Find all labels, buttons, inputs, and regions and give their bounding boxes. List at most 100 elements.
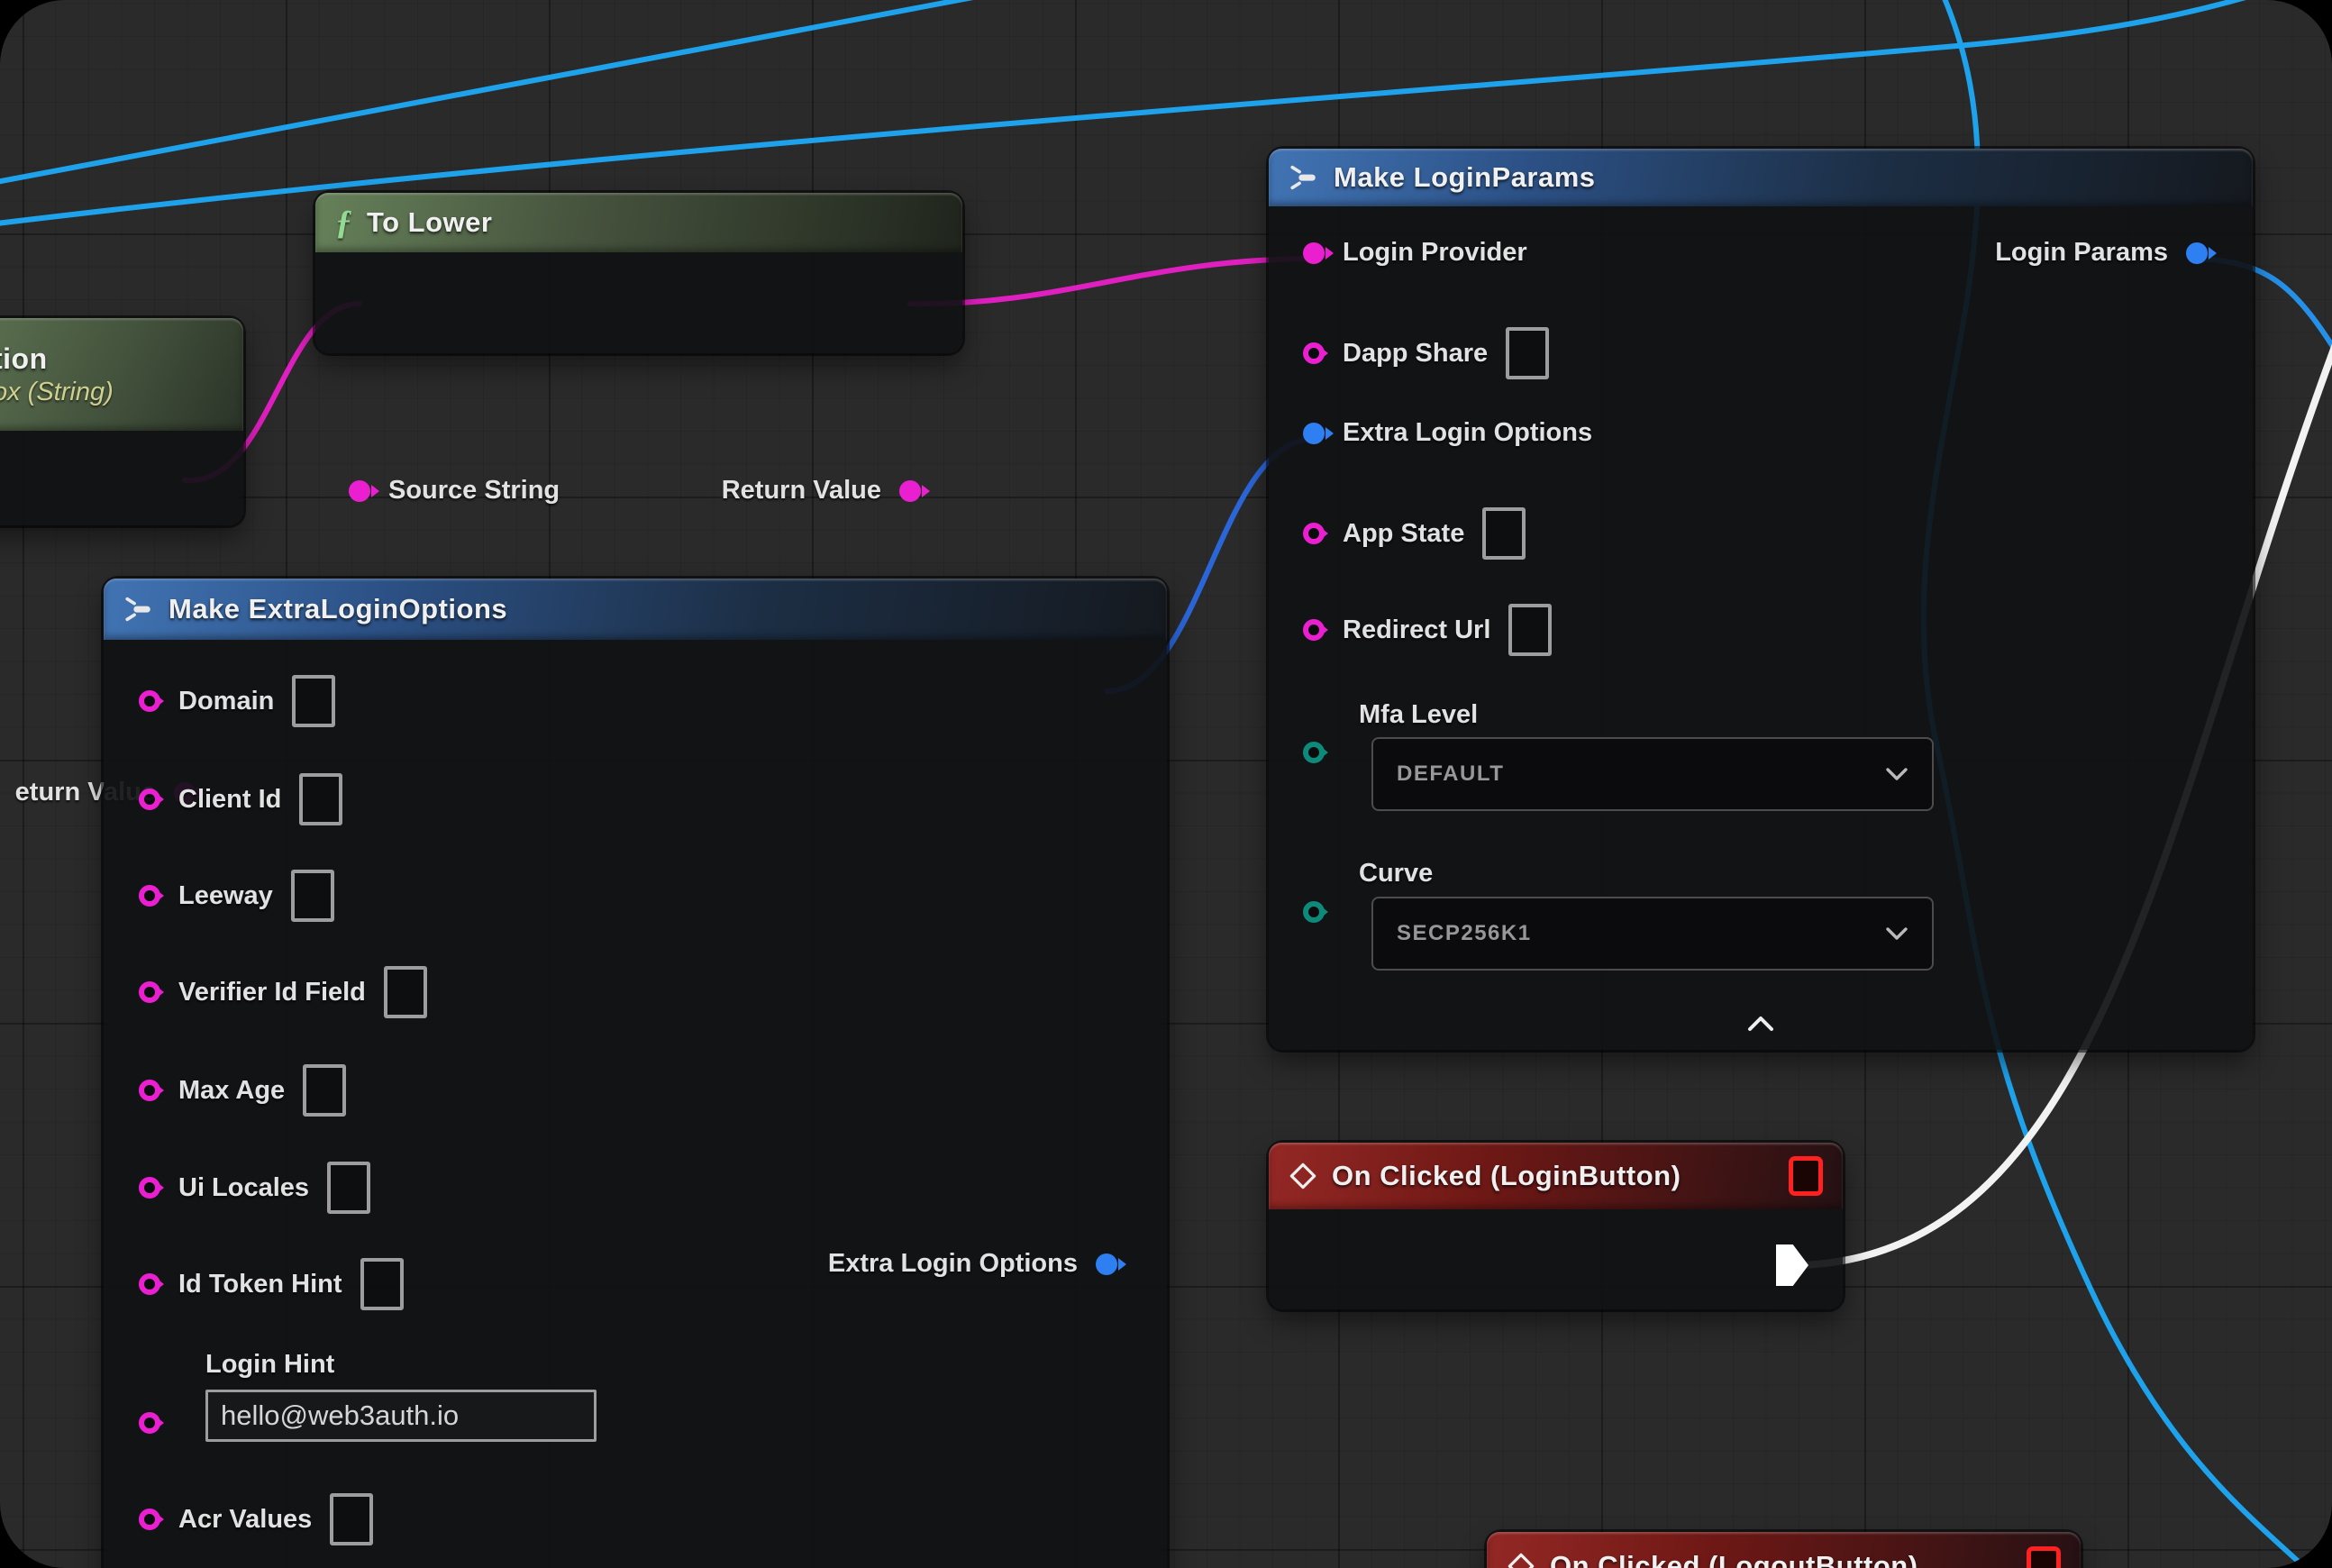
pin-extra-login-options-in[interactable] [1303,423,1325,444]
node-getter-header[interactable]: tion ox (String) [0,318,243,431]
pin-extra-login-options-out[interactable] [1096,1253,1117,1275]
checkbox-domain[interactable] [292,675,335,727]
pin-row-source-string: Source String [349,476,560,506]
event-diamond-icon [1507,1552,1535,1568]
pin-row-acr-values: Acr Values [139,1493,373,1545]
node-to-lower-title: To Lower [367,206,492,239]
stop-event-badge[interactable] [2027,1546,2061,1568]
pin-row-return-value: Return Value [722,476,921,506]
pin-verifier-id-field[interactable] [139,981,160,1003]
pin-row-ui-locales: Ui Locales [139,1162,370,1214]
pin-row-app-state: App State [1303,507,1526,560]
node-onclicked-logout-header[interactable]: On Clicked (LogoutButton) [1487,1532,2081,1568]
pin-ui-locales[interactable] [139,1177,160,1199]
curve-dropdown[interactable]: SECP256K1 [1371,897,1934,971]
pin-login-provider[interactable] [1303,242,1325,264]
pin-label-dapp-share: Dapp Share [1343,339,1488,369]
node-to-lower-header[interactable]: ƒ To Lower [315,193,962,252]
checkbox-client-id[interactable] [299,773,342,825]
login-hint-input[interactable]: hello@web3auth.io [205,1390,597,1442]
pin-row-dapp-share: Dapp Share [1303,327,1549,379]
pin-label-verifier-id-field: Verifier Id Field [178,978,366,1007]
pin-label-domain: Domain [178,687,274,716]
pin-row-extra-login-options-out: Extra Login Options [828,1249,1117,1279]
node-on-clicked-logoutbutton[interactable]: On Clicked (LogoutButton) [1487,1532,2081,1568]
pin-label-login-provider: Login Provider [1343,238,1527,268]
pin-row-domain: Domain [139,675,335,727]
pin-label-max-age: Max Age [178,1076,285,1106]
pin-label-acr-values: Acr Values [178,1505,312,1535]
pin-label-return-value: Return Value [722,476,881,506]
node-onclicked-logout-title: On Clicked (LogoutButton) [1550,1550,1918,1568]
mfa-level-label: Mfa Level [1359,700,1478,730]
pin-source-string[interactable] [349,480,370,502]
mfa-level-dropdown[interactable]: DEFAULT [1371,737,1934,811]
pin-label-extra-login-options-in: Extra Login Options [1343,418,1592,448]
pin-row-redirect-url: Redirect Url [1303,604,1552,656]
pin-client-id[interactable] [139,789,160,810]
curve-value: SECP256K1 [1397,921,1532,946]
pin-curve[interactable] [1303,901,1325,923]
mfa-level-value: DEFAULT [1397,761,1504,787]
chevron-down-icon [1885,767,1908,781]
pin-domain[interactable] [139,690,160,712]
node-onclicked-login-header[interactable]: On Clicked (LoginButton) [1269,1143,1843,1209]
checkbox-dapp-share[interactable] [1506,327,1549,379]
pin-id-token-hint[interactable] [139,1273,160,1295]
pin-label-leeway: Leeway [178,881,273,911]
pin-acr-values[interactable] [139,1509,160,1530]
node-on-clicked-loginbutton[interactable]: On Clicked (LoginButton) [1269,1143,1843,1309]
pin-row-verifier-id-field: Verifier Id Field [139,966,427,1018]
pin-leeway[interactable] [139,885,160,907]
pin-mfa-level[interactable] [1303,742,1325,763]
blueprint-graph-canvas[interactable]: tion ox (String) eturn Value ƒ To Lower … [0,0,2332,1568]
checkbox-acr-values[interactable] [330,1493,373,1545]
node-extra-title: Make ExtraLoginOptions [169,593,507,625]
pin-login-hint[interactable] [139,1412,160,1434]
pin-row-login-provider: Login Provider [1303,238,1527,268]
pin-row-max-age: Max Age [139,1064,346,1117]
login-hint-label: Login Hint [205,1350,334,1380]
curve-label: Curve [1359,859,1433,889]
node-getter-title: tion [0,342,48,376]
wire-tolower-to-loginprovider[interactable] [910,259,1315,304]
event-diamond-icon [1289,1162,1317,1190]
checkbox-max-age[interactable] [303,1064,346,1117]
node-make-extra-login-options[interactable]: Make ExtraLoginOptions Extra Login Optio… [104,579,1167,1568]
collapse-node-button[interactable] [1745,1015,1776,1037]
pin-row-id-token-hint: Id Token Hint [139,1258,404,1310]
checkbox-app-state[interactable] [1482,507,1526,560]
node-getter-partial[interactable]: tion ox (String) eturn Value [0,318,243,525]
node-extra-header[interactable]: Make ExtraLoginOptions [104,579,1167,640]
checkbox-ui-locales[interactable] [327,1162,370,1214]
pin-label-ui-locales: Ui Locales [178,1173,309,1203]
pin-label-client-id: Client Id [178,785,281,815]
pin-return-value[interactable] [899,480,921,502]
pin-max-age[interactable] [139,1080,160,1101]
stop-event-badge[interactable] [1789,1156,1823,1196]
checkbox-leeway[interactable] [291,870,334,922]
checkbox-redirect-url[interactable] [1508,604,1552,656]
checkbox-id-token-hint[interactable] [360,1258,404,1310]
node-loginparams-title: Make LoginParams [1334,161,1596,194]
pin-row-client-id: Client Id [139,773,342,825]
node-to-lower[interactable]: ƒ To Lower Source String Return Value [315,193,962,353]
node-getter-subtitle: ox (String) [0,378,114,407]
pin-label-id-token-hint: Id Token Hint [178,1270,342,1299]
exec-pin-out[interactable] [1776,1244,1808,1286]
checkbox-verifier-id-field[interactable] [384,966,427,1018]
node-make-login-params[interactable]: Make LoginParams Login Params Login Prov… [1269,149,2253,1050]
login-hint-value: hello@web3auth.io [221,1399,459,1432]
pin-dapp-share[interactable] [1303,342,1325,364]
wire-blue-top-1[interactable] [0,0,1054,185]
pin-row-extra-login-options-in: Extra Login Options [1303,418,1592,448]
chevron-down-icon [1885,926,1908,941]
make-struct-icon [123,594,154,624]
node-loginparams-header[interactable]: Make LoginParams [1269,149,2253,206]
pin-login-params-out[interactable] [2186,242,2208,264]
pin-row-leeway: Leeway [139,870,334,922]
pin-app-state[interactable] [1303,523,1325,544]
pin-label-login-params-out: Login Params [1995,238,2168,268]
pin-label-extra-login-options-out: Extra Login Options [828,1249,1078,1279]
pin-redirect-url[interactable] [1303,619,1325,641]
